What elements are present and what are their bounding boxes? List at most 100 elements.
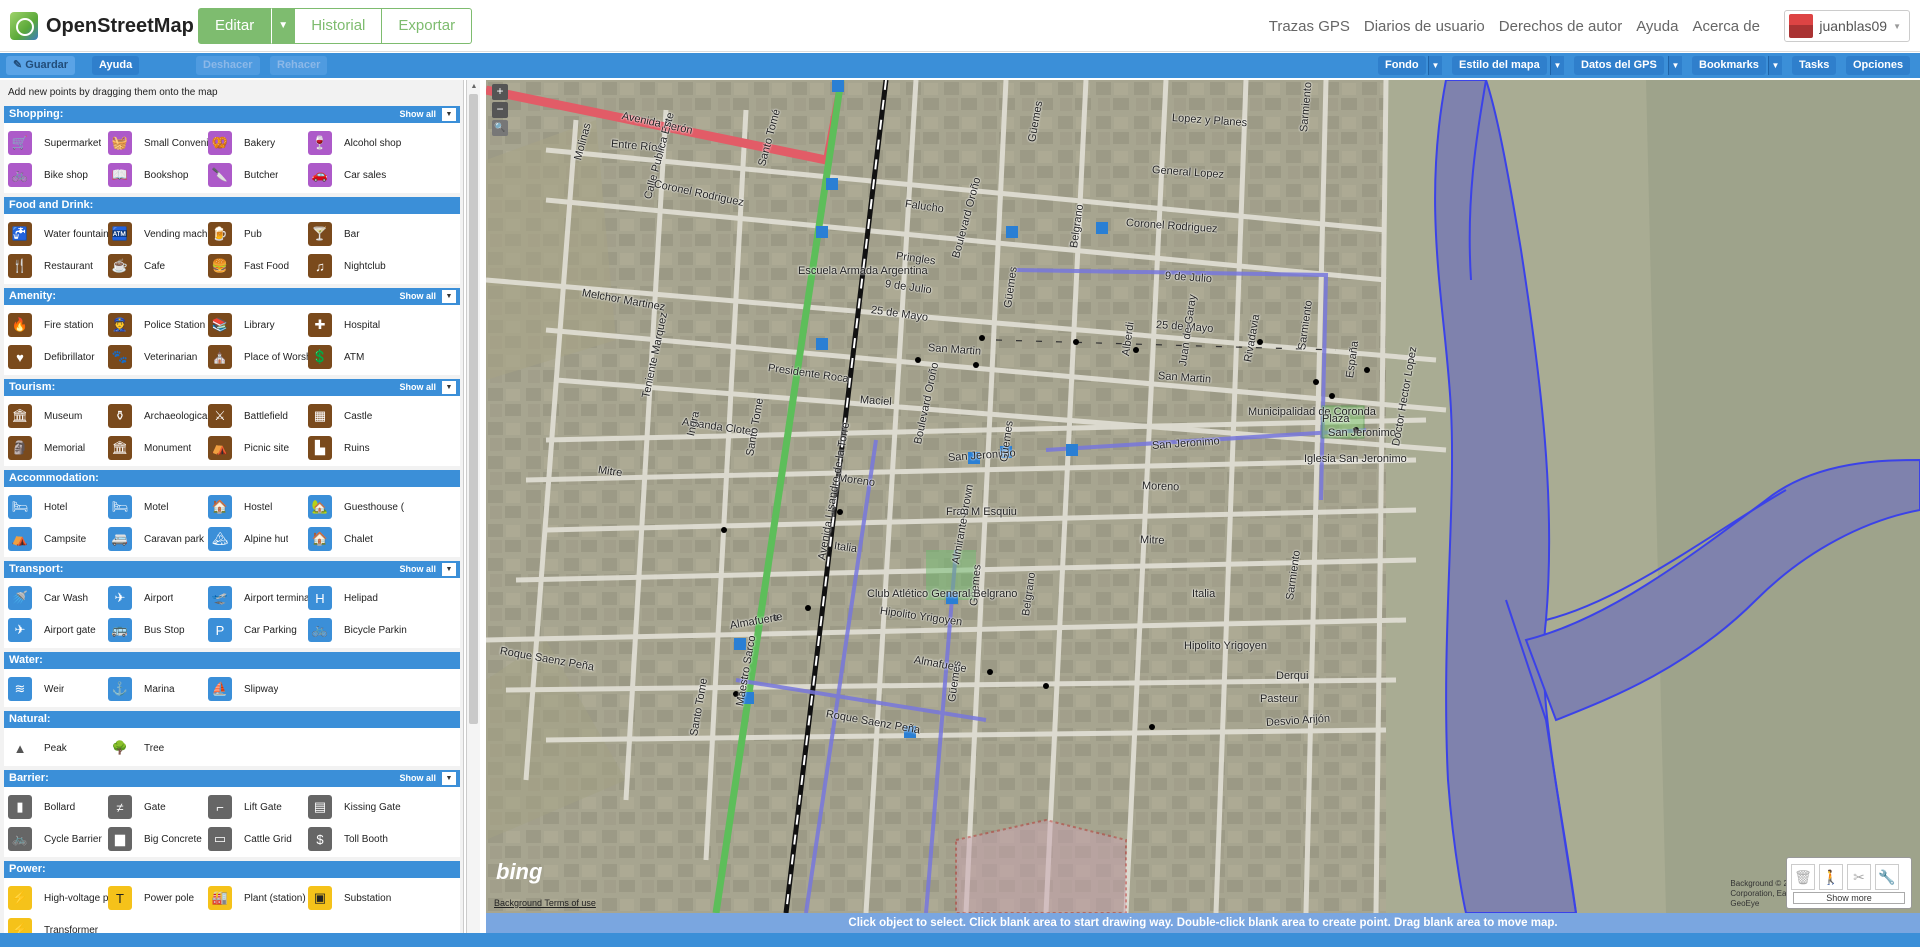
poi-item[interactable]: 🍺 Pub [208,218,308,250]
poi-item[interactable]: ✈ Airport [108,582,208,614]
zoom-in-button[interactable]: + [492,84,508,100]
poi-item[interactable]: ⚔ Battlefield [208,400,308,432]
category-header[interactable]: Barrier: Show all ▼ [4,770,460,787]
poi-item[interactable]: 🏛 Museum [8,400,108,432]
help-button[interactable]: Ayuda [92,56,140,75]
poi-item[interactable]: 🛏 Hotel [8,491,108,523]
poi-item[interactable]: 🧺 Small Convenience [108,127,208,159]
background-terms-link[interactable]: Background Terms of use [494,898,596,908]
category-header[interactable]: Food and Drink: [4,197,460,214]
map-style-dropdown-icon[interactable]: ▼ [1550,56,1564,75]
export-tab[interactable]: Exportar [382,8,473,44]
category-header[interactable]: Amenity: Show all ▼ [4,288,460,305]
poi-item[interactable]: ▲ Peak [8,732,108,764]
poi-item[interactable]: ⛺ Campsite [8,523,108,555]
poi-item[interactable]: 🚲 Cycle Barrier [8,823,108,855]
poi-item[interactable]: 📚 Library [208,309,308,341]
poi-item[interactable]: 🍷 Alcohol shop [308,127,408,159]
poi-item[interactable]: 🏧 Vending machine [108,218,208,250]
category-header[interactable]: Power: [4,861,460,878]
chevron-down-icon[interactable]: ▼ [442,108,456,121]
poi-item[interactable]: 🛫 Airport terminal [208,582,308,614]
poi-item[interactable]: ≋ Weir [8,673,108,705]
poi-item[interactable]: 📖 Bookshop [108,159,208,191]
poi-item[interactable]: 🚿 Car Wash [8,582,108,614]
category-header[interactable]: Accommodation: [4,470,460,487]
poi-item[interactable]: 🍸 Bar [308,218,408,250]
nav-user-diaries[interactable]: Diarios de usuario [1364,18,1485,35]
map-style-button[interactable]: Estilo del mapa [1452,56,1547,75]
poi-item[interactable]: ▣ Substation [308,882,408,914]
category-header[interactable]: Natural: [4,711,460,728]
poi-item[interactable]: 💲 ATM [308,341,408,373]
background-dropdown-icon[interactable]: ▼ [1428,56,1442,75]
poi-item[interactable]: 🚌 Bus Stop [108,614,208,646]
show-all-link[interactable]: Show all [399,106,436,123]
poi-item[interactable]: ▤ Kissing Gate [308,791,408,823]
gps-data-button[interactable]: Datos del GPS [1574,56,1664,75]
category-header[interactable]: Shopping: Show all ▼ [4,106,460,123]
category-header[interactable]: Transport: Show all ▼ [4,561,460,578]
poi-item[interactable]: 🌳 Tree [108,732,208,764]
show-all-link[interactable]: Show all [399,288,436,305]
poi-item[interactable]: 🏔 Alpine hut [208,523,308,555]
options-button[interactable]: Opciones [1846,56,1911,75]
category-header[interactable]: Tourism: Show all ▼ [4,379,460,396]
poi-item[interactable]: ⚡ High-voltage p [8,882,108,914]
scroll-up-icon[interactable]: ▲ [467,80,481,94]
category-header[interactable]: Water: [4,652,460,669]
map-canvas[interactable]: Avenida Perón Molinas Entre Ríos Calle Publ… [486,80,1920,913]
edit-dropdown-icon[interactable]: ▼ [271,8,296,44]
bookmarks-button[interactable]: Bookmarks [1692,56,1766,75]
nav-gps-traces[interactable]: Trazas GPS [1269,18,1350,35]
poi-item[interactable]: ☕ Cafe [108,250,208,282]
person-icon[interactable]: 🚶 [1819,864,1843,890]
undo-button[interactable]: Deshacer [196,56,260,75]
trash-icon[interactable]: 🗑 [1791,864,1815,890]
show-more-button[interactable]: Show more [1793,892,1905,904]
poi-item[interactable]: 🏠 Hostel [208,491,308,523]
poi-item[interactable]: ⚱ Archaeological [108,400,208,432]
poi-item[interactable]: T Power pole [108,882,208,914]
chevron-down-icon[interactable]: ▼ [442,563,456,576]
chevron-down-icon[interactable]: ▼ [442,290,456,303]
poi-item[interactable]: 🐾 Veterinarian [108,341,208,373]
poi-item[interactable]: 🔥 Fire station [8,309,108,341]
poi-item[interactable]: ♫ Nightclub [308,250,408,282]
poi-item[interactable]: 🏡 Guesthouse ( [308,491,408,523]
poi-item[interactable]: ⌐ Lift Gate [208,791,308,823]
background-button[interactable]: Fondo [1378,56,1426,75]
poi-item[interactable]: 🏛 Monument [108,432,208,464]
poi-item[interactable]: 🚲 Bike shop [8,159,108,191]
poi-item[interactable]: ▙ Ruins [308,432,408,464]
edit-button[interactable]: Editar [198,8,272,44]
poi-item[interactable]: 🥨 Bakery [208,127,308,159]
history-tab[interactable]: Historial [295,8,383,44]
poi-item[interactable]: ✈ Airport gate [8,614,108,646]
poi-item[interactable]: 🚰 Water fountain [8,218,108,250]
poi-item[interactable]: ⛵ Slipway [208,673,308,705]
wrench-icon[interactable]: 🔧 [1875,864,1899,890]
poi-item[interactable]: ♥ Defibrillator [8,341,108,373]
poi-item[interactable]: 🍔 Fast Food [208,250,308,282]
poi-item[interactable]: 🏭 Plant (station) [208,882,308,914]
scrollbar-thumb[interactable] [469,94,478,724]
search-icon[interactable]: 🔍 [492,120,508,136]
show-all-link[interactable]: Show all [399,770,436,787]
nav-copyright[interactable]: Derechos de autor [1499,18,1622,35]
poi-item[interactable]: ⚓ Marina [108,673,208,705]
show-all-link[interactable]: Show all [399,379,436,396]
poi-item[interactable]: 🚗 Car sales [308,159,408,191]
gps-data-dropdown-icon[interactable]: ▼ [1668,56,1682,75]
poi-item[interactable]: H Helipad [308,582,408,614]
poi-item[interactable]: ▆ Big Concrete [108,823,208,855]
poi-item[interactable]: ≠ Gate [108,791,208,823]
poi-item[interactable]: 🛏 Motel [108,491,208,523]
show-all-link[interactable]: Show all [399,561,436,578]
poi-item[interactable]: ⛪ Place of Worship [208,341,308,373]
tasks-button[interactable]: Tasks [1792,56,1837,75]
poi-item[interactable]: ▭ Cattle Grid [208,823,308,855]
poi-item[interactable]: ✚ Hospital [308,309,408,341]
poi-item[interactable]: 👮 Police Station [108,309,208,341]
poi-item[interactable]: ▮ Bollard [8,791,108,823]
